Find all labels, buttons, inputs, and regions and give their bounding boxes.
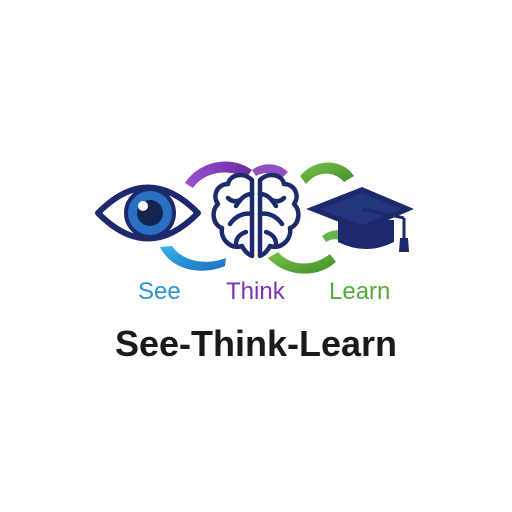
graduation-cap-icon <box>306 187 414 252</box>
eye-icon <box>95 184 201 242</box>
see-label: See <box>138 278 181 305</box>
see-think-learn-logo <box>95 161 414 274</box>
brain-icon <box>211 172 301 259</box>
wordmark: See-Think-Learn <box>114 323 398 364</box>
think-label: Think <box>226 278 285 305</box>
learn-label: Learn <box>329 278 391 305</box>
swoosh-blue <box>160 246 226 271</box>
